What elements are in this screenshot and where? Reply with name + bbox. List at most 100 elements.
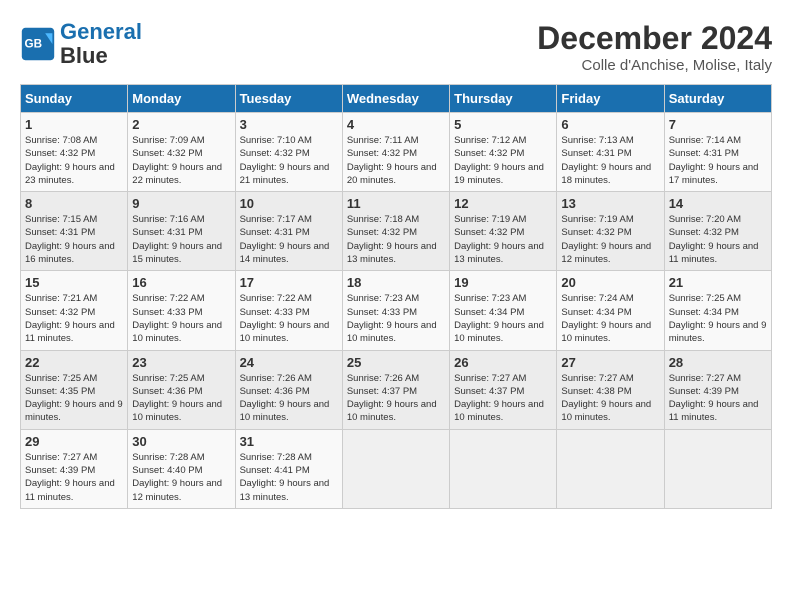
- day-info: Sunrise: 7:22 AMSunset: 4:33 PMDaylight:…: [132, 292, 230, 345]
- day-info: Sunrise: 7:27 AMSunset: 4:38 PMDaylight:…: [561, 372, 659, 425]
- day-number: 13: [561, 196, 659, 211]
- calendar-cell: 3Sunrise: 7:10 AMSunset: 4:32 PMDaylight…: [235, 113, 342, 192]
- calendar-cell: [450, 429, 557, 508]
- calendar-cell: 19 Sunrise: 7:23 AMSunset: 4:34 PMDayligh…: [450, 271, 557, 350]
- logo-icon: GB: [20, 26, 56, 62]
- day-info: Sunrise: 7:11 AMSunset: 4:32 PMDaylight:…: [347, 134, 445, 187]
- day-info: Sunrise: 7:08 AMSunset: 4:32 PMDaylight:…: [25, 134, 123, 187]
- calendar-cell: 26Sunrise: 7:27 AMSunset: 4:37 PMDayligh…: [450, 350, 557, 429]
- day-number: 5: [454, 117, 552, 132]
- day-number: 16: [132, 275, 230, 290]
- day-info: Sunrise: 7:22 AMSunset: 4:33 PMDaylight:…: [240, 292, 338, 345]
- calendar-week-3: 15Sunrise: 7:21 AMSunset: 4:32 PMDayligh…: [21, 271, 772, 350]
- calendar-cell: 7Sunrise: 7:14 AMSunset: 4:31 PMDaylight…: [664, 113, 771, 192]
- day-info: Sunrise: 7:15 AMSunset: 4:31 PMDaylight:…: [25, 213, 123, 266]
- day-number: 23: [132, 355, 230, 370]
- day-info: Sunrise: 7:14 AMSunset: 4:31 PMDaylight:…: [669, 134, 767, 187]
- calendar-cell: 14 Sunrise: 7:20 AMSunset: 4:32 PMDayligh…: [664, 192, 771, 271]
- calendar-cell: [342, 429, 449, 508]
- calendar-body: 1Sunrise: 7:08 AMSunset: 4:32 PMDaylight…: [21, 113, 772, 509]
- day-number: 28: [669, 355, 767, 370]
- calendar-week-1: 1Sunrise: 7:08 AMSunset: 4:32 PMDaylight…: [21, 113, 772, 192]
- day-info: Sunrise: 7:25 AMSunset: 4:34 PMDaylight:…: [669, 292, 767, 345]
- day-info: Sunrise: 7:26 AMSunset: 4:37 PMDaylight:…: [347, 372, 445, 425]
- day-info: Sunrise: 7:25 AMSunset: 4:36 PMDaylight:…: [132, 372, 230, 425]
- day-info: Sunrise: 7:28 AMSunset: 4:40 PMDaylight:…: [132, 451, 230, 504]
- day-number: 2: [132, 117, 230, 132]
- calendar-week-2: 8Sunrise: 7:15 AMSunset: 4:31 PMDaylight…: [21, 192, 772, 271]
- calendar-cell: 21 Sunrise: 7:25 AMSunset: 4:34 PMDayligh…: [664, 271, 771, 350]
- weekday-saturday: Saturday: [664, 85, 771, 113]
- calendar-cell: 6Sunrise: 7:13 AMSunset: 4:31 PMDaylight…: [557, 113, 664, 192]
- calendar-cell: 5 Sunrise: 7:12 AMSunset: 4:32 PMDaylight…: [450, 113, 557, 192]
- weekday-wednesday: Wednesday: [342, 85, 449, 113]
- weekday-friday: Friday: [557, 85, 664, 113]
- day-info: Sunrise: 7:17 AMSunset: 4:31 PMDaylight:…: [240, 213, 338, 266]
- weekday-thursday: Thursday: [450, 85, 557, 113]
- calendar-cell: 27 Sunrise: 7:27 AMSunset: 4:38 PMDayligh…: [557, 350, 664, 429]
- calendar-cell: 30Sunrise: 7:28 AMSunset: 4:40 PMDayligh…: [128, 429, 235, 508]
- day-info: Sunrise: 7:27 AMSunset: 4:39 PMDaylight:…: [669, 372, 767, 425]
- calendar-cell: 10Sunrise: 7:17 AMSunset: 4:31 PMDayligh…: [235, 192, 342, 271]
- day-info: Sunrise: 7:24 AMSunset: 4:34 PMDaylight:…: [561, 292, 659, 345]
- calendar-cell: 9 Sunrise: 7:16 AMSunset: 4:31 PMDaylight…: [128, 192, 235, 271]
- day-number: 29: [25, 434, 123, 449]
- svg-text:GB: GB: [25, 38, 43, 51]
- day-number: 25: [347, 355, 445, 370]
- day-number: 12: [454, 196, 552, 211]
- day-info: Sunrise: 7:27 AMSunset: 4:37 PMDaylight:…: [454, 372, 552, 425]
- day-info: Sunrise: 7:21 AMSunset: 4:32 PMDaylight:…: [25, 292, 123, 345]
- day-info: Sunrise: 7:10 AMSunset: 4:32 PMDaylight:…: [240, 134, 338, 187]
- day-info: Sunrise: 7:18 AMSunset: 4:32 PMDaylight:…: [347, 213, 445, 266]
- calendar-cell: 13 Sunrise: 7:19 AMSunset: 4:32 PMDayligh…: [557, 192, 664, 271]
- calendar-cell: 15Sunrise: 7:21 AMSunset: 4:32 PMDayligh…: [21, 271, 128, 350]
- day-number: 31: [240, 434, 338, 449]
- day-number: 14: [669, 196, 767, 211]
- calendar-cell: 22 Sunrise: 7:25 AMSunset: 4:35 PMDayligh…: [21, 350, 128, 429]
- day-info: Sunrise: 7:16 AMSunset: 4:31 PMDaylight:…: [132, 213, 230, 266]
- calendar-cell: 31 Sunrise: 7:28 AMSunset: 4:41 PMDayligh…: [235, 429, 342, 508]
- day-info: Sunrise: 7:23 AMSunset: 4:33 PMDaylight:…: [347, 292, 445, 345]
- weekday-sunday: Sunday: [21, 85, 128, 113]
- calendar-cell: 12 Sunrise: 7:19 AMSunset: 4:32 PMDayligh…: [450, 192, 557, 271]
- calendar-cell: 18Sunrise: 7:23 AMSunset: 4:33 PMDayligh…: [342, 271, 449, 350]
- location-subtitle: Colle d'Anchise, Molise, Italy: [537, 57, 772, 74]
- day-number: 19: [454, 275, 552, 290]
- calendar-cell: 29 Sunrise: 7:27 AMSunset: 4:39 PMDayligh…: [21, 429, 128, 508]
- calendar-cell: 4 Sunrise: 7:11 AMSunset: 4:32 PMDaylight…: [342, 113, 449, 192]
- month-title: December 2024: [537, 20, 772, 57]
- day-info: Sunrise: 7:25 AMSunset: 4:35 PMDaylight:…: [25, 372, 123, 425]
- calendar-cell: 28 Sunrise: 7:27 AMSunset: 4:39 PMDayligh…: [664, 350, 771, 429]
- day-number: 22: [25, 355, 123, 370]
- calendar-cell: 17Sunrise: 7:22 AMSunset: 4:33 PMDayligh…: [235, 271, 342, 350]
- calendar-cell: [664, 429, 771, 508]
- day-number: 20: [561, 275, 659, 290]
- calendar-cell: [557, 429, 664, 508]
- calendar-cell: 23 Sunrise: 7:25 AMSunset: 4:36 PMDayligh…: [128, 350, 235, 429]
- day-number: 4: [347, 117, 445, 132]
- day-number: 24: [240, 355, 338, 370]
- day-number: 21: [669, 275, 767, 290]
- day-number: 11: [347, 196, 445, 211]
- calendar-week-4: 22 Sunrise: 7:25 AMSunset: 4:35 PMDayligh…: [21, 350, 772, 429]
- day-info: Sunrise: 7:27 AMSunset: 4:39 PMDaylight:…: [25, 451, 123, 504]
- logo-line2: Blue: [60, 44, 142, 68]
- page-header: GB General Blue December 2024 Colle d'An…: [20, 20, 772, 74]
- calendar-cell: 2Sunrise: 7:09 AMSunset: 4:32 PMDaylight…: [128, 113, 235, 192]
- day-info: Sunrise: 7:12 AMSunset: 4:32 PMDaylight:…: [454, 134, 552, 187]
- calendar-cell: 1Sunrise: 7:08 AMSunset: 4:32 PMDaylight…: [21, 113, 128, 192]
- calendar-cell: 25 Sunrise: 7:26 AMSunset: 4:37 PMDayligh…: [342, 350, 449, 429]
- logo: GB General Blue: [20, 20, 142, 68]
- day-info: Sunrise: 7:19 AMSunset: 4:32 PMDaylight:…: [454, 213, 552, 266]
- day-number: 27: [561, 355, 659, 370]
- day-info: Sunrise: 7:28 AMSunset: 4:41 PMDaylight:…: [240, 451, 338, 504]
- logo-line1: General: [60, 19, 142, 44]
- calendar-cell: 24Sunrise: 7:26 AMSunset: 4:36 PMDayligh…: [235, 350, 342, 429]
- day-info: Sunrise: 7:19 AMSunset: 4:32 PMDaylight:…: [561, 213, 659, 266]
- calendar-cell: 8Sunrise: 7:15 AMSunset: 4:31 PMDaylight…: [21, 192, 128, 271]
- calendar-cell: 20 Sunrise: 7:24 AMSunset: 4:34 PMDayligh…: [557, 271, 664, 350]
- day-number: 9: [132, 196, 230, 211]
- day-info: Sunrise: 7:23 AMSunset: 4:34 PMDaylight:…: [454, 292, 552, 345]
- day-info: Sunrise: 7:20 AMSunset: 4:32 PMDaylight:…: [669, 213, 767, 266]
- calendar-week-5: 29 Sunrise: 7:27 AMSunset: 4:39 PMDayligh…: [21, 429, 772, 508]
